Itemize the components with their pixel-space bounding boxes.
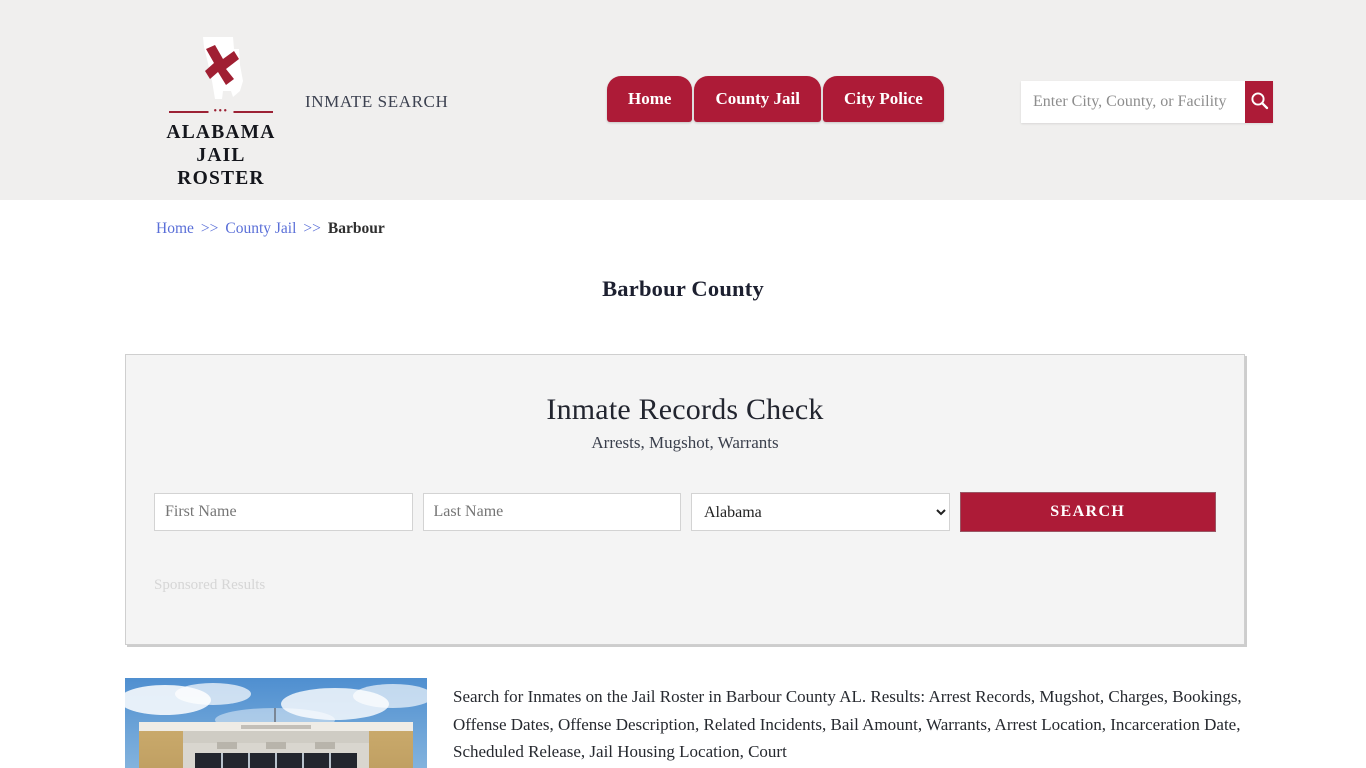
first-name-input[interactable]	[154, 493, 413, 531]
logo-wordmark: ALABAMA JAIL ROSTER	[156, 121, 286, 190]
header-inner: ••• ALABAMA JAIL ROSTER INMATE SEARCH Ho…	[123, 0, 1273, 200]
courthouse-building-photo-icon[interactable]	[125, 678, 427, 768]
nav-item-city-police[interactable]: City Police	[822, 76, 944, 122]
breadcrumb: Home >> County Jail >> Barbour	[123, 200, 1243, 238]
nav-item-county-jail[interactable]: County Jail	[694, 76, 821, 122]
sponsored-results-label: Sponsored Results	[154, 577, 266, 593]
breadcrumb-item-current: Barbour	[327, 220, 385, 237]
breadcrumb-separator: >>	[303, 220, 321, 237]
last-name-input[interactable]	[422, 493, 681, 531]
alabama-state-outline-with-x-icon	[193, 35, 249, 101]
sponsored-records-panel: Inmate Records Check Arrests, Mugshot, W…	[125, 354, 1245, 645]
main-navigation: Home County Jail City Police	[607, 76, 944, 122]
sponsored-panel-title: Inmate Records Check	[546, 393, 824, 426]
header-search-button[interactable]	[1245, 81, 1273, 123]
search-icon	[1250, 91, 1269, 113]
header-search-input[interactable]	[1021, 81, 1245, 123]
breadcrumb-item-county-jail[interactable]: County Jail	[225, 220, 296, 237]
header-search	[1021, 81, 1273, 123]
site-logo[interactable]: ••• ALABAMA JAIL ROSTER	[156, 35, 286, 190]
logo-line-1: ALABAMA	[166, 122, 276, 143]
site-header: ••• ALABAMA JAIL ROSTER INMATE SEARCH Ho…	[0, 0, 1366, 200]
site-tagline: INMATE SEARCH	[305, 92, 449, 111]
inmate-records-form: Alabama SEARCH	[154, 492, 1216, 532]
breadcrumb-separator: >>	[200, 220, 219, 237]
sponsored-panel-subtitle: Arrests, Mugshot, Warrants	[591, 433, 779, 452]
logo-line-2: JAIL ROSTER	[177, 145, 265, 189]
breadcrumb-item-home[interactable]: Home	[156, 220, 194, 237]
state-select[interactable]: Alabama	[691, 493, 950, 531]
county-description: Search for Inmates on the Jail Roster in…	[453, 687, 1242, 762]
nav-item-home[interactable]: Home	[607, 76, 693, 122]
logo-divider: •••	[169, 107, 273, 117]
page-body: Home >> County Jail >> Barbour Barbour Count…	[123, 200, 1245, 768]
logo-dots: •••	[208, 107, 234, 117]
page-title: Barbour County	[602, 276, 764, 301]
search-button[interactable]: SEARCH	[959, 492, 1216, 532]
content-row: Search for Inmates on the Jail Roster in…	[123, 678, 1243, 768]
